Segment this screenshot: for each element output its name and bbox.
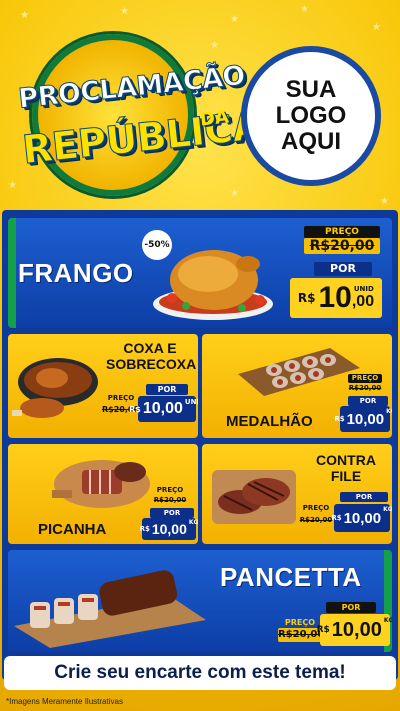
product-name: CONTRA FILE <box>302 452 390 484</box>
star-icon: ★ <box>120 6 129 17</box>
old-price: R$20,00 <box>153 496 187 504</box>
card-stripe <box>8 218 16 328</box>
medalhao-skewers-image <box>238 348 360 396</box>
picanha-board-image <box>52 460 150 508</box>
product-name: PANCETTA <box>220 562 362 592</box>
preco-label: PREÇO <box>348 374 382 383</box>
price-int: 10 <box>318 281 352 314</box>
price-value: 10,00 <box>343 509 382 527</box>
por-label: POR <box>146 384 188 395</box>
price-unit: UNID <box>353 285 374 293</box>
product-card-contrafile: CONTRA FILE POR PREÇO R$20,00 R$ 10,00 K… <box>202 444 392 544</box>
preco-label: PREÇO <box>302 504 330 512</box>
cta-text: Crie seu encarte com este tema! <box>54 662 346 683</box>
old-price: R$20,00 <box>299 516 333 524</box>
new-price: R$ 10,00 KG <box>316 614 392 646</box>
roast-chicken-image <box>153 250 273 320</box>
preco-label: PREÇO <box>107 394 135 402</box>
new-price: R$ 10,00 KG <box>139 518 198 540</box>
disclaimer: *Imagens Meramente Ilustrativas <box>6 697 123 706</box>
por-label: POR <box>340 492 388 502</box>
star-icon: ★ <box>372 22 381 33</box>
product-name: COXA E SOBRECOXA <box>106 340 197 372</box>
preco-label: PREÇO <box>284 618 316 627</box>
old-price: R$20,00 <box>304 238 380 254</box>
price-unit: KG <box>386 408 392 415</box>
product-card-pancetta: PANCETTA POR PREÇO R$20,00 R$ 10,00 KG <box>8 550 392 652</box>
price-unit: KG <box>383 617 392 624</box>
star-icon: ★ <box>380 196 389 207</box>
por-label: POR <box>348 396 388 406</box>
product-name-line-2: SOBRECOXA <box>106 356 197 372</box>
star-icon: ★ <box>300 4 309 15</box>
cta-banner[interactable]: Crie seu encarte com este tema! <box>4 656 396 690</box>
price-value: 10,00 <box>346 410 385 428</box>
star-icon: ★ <box>230 14 239 25</box>
product-name-line-1: CONTRA <box>316 452 376 468</box>
price-unit: UNID <box>184 398 198 406</box>
currency: R$ <box>297 291 316 305</box>
event-badge: PROCLAMAÇÃO REPÚBLICA DA <box>10 28 265 196</box>
star-icon: ★ <box>20 10 29 21</box>
new-price: R$ 10,00 UNID <box>129 396 198 422</box>
old-price: R$20,00 <box>278 628 325 642</box>
new-price: R$ 10,00 KG <box>331 504 392 532</box>
price-dec: ,00 <box>351 293 375 310</box>
price-unit: KG <box>383 506 392 513</box>
logo-line-2: LOGO <box>275 102 347 129</box>
por-label: POR <box>314 262 372 276</box>
contrafile-board-image <box>212 470 296 524</box>
currency: R$ <box>334 415 345 423</box>
currency: R$ <box>316 625 330 635</box>
title-da: DA <box>198 106 230 131</box>
product-name: MEDALHÃO <box>226 413 313 430</box>
currency: R$ <box>139 525 150 533</box>
price-unit: KG <box>188 519 198 526</box>
product-card-frango: FRANGO -50% PREÇO R$20,00 POR R$ 10 UNID… <box>8 218 392 328</box>
offers-board: FRANGO -50% PREÇO R$20,00 POR R$ 10 UNID… <box>2 210 398 680</box>
product-name-line-1: COXA E <box>123 340 177 356</box>
preco-label: PREÇO <box>304 226 380 238</box>
old-price: R$20,00 <box>348 383 382 394</box>
product-name: FRANGO <box>18 258 134 288</box>
price-value: 10,00 <box>151 521 187 537</box>
logo-line-1: SUA <box>285 76 337 103</box>
currency: R$ <box>331 514 342 522</box>
new-price: R$ 10 UNID ,00 <box>290 278 382 318</box>
logo-placeholder: SUA LOGO AQUI <box>241 46 381 186</box>
product-name: PICANHA <box>38 521 107 538</box>
product-name-line-2: FILE <box>330 468 362 484</box>
price-value: 10,00 <box>142 400 183 417</box>
product-card-picanha: PREÇO R$20,00 POR PICANHA R$ 10,00 KG <box>8 444 198 544</box>
chicken-leg-pan-image <box>12 358 98 418</box>
por-label: POR <box>150 508 194 518</box>
por-label: POR <box>326 602 376 613</box>
star-icon: ★ <box>230 188 239 199</box>
product-card-medalhao: PREÇO R$20,00 POR MEDALHÃO R$ 10,00 KG <box>202 334 392 438</box>
product-card-coxa: COXA E SOBRECOXA POR PREÇO R$20,00 R$ 10… <box>8 334 198 438</box>
pancetta-board-image <box>14 570 206 648</box>
preco-label: PREÇO <box>156 486 184 494</box>
new-price: R$ 10,00 KG <box>334 406 392 432</box>
currency: R$ <box>129 404 141 414</box>
logo-line-3: AQUI <box>281 128 341 155</box>
price-value: 10,00 <box>331 618 382 641</box>
